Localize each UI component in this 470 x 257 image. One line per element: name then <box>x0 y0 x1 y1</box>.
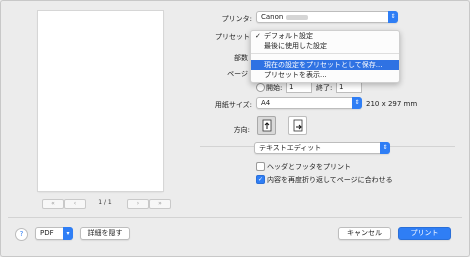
paper-size-popup[interactable]: A4 ⇕ <box>256 97 362 109</box>
pdf-label: PDF <box>40 229 54 237</box>
portrait-orientation-button[interactable] <box>257 116 276 135</box>
pages-label: ページ <box>227 70 248 78</box>
menu-item-default-settings[interactable]: ✓ デフォルト設定 <box>251 31 399 41</box>
from-page-field[interactable]: 1 <box>286 82 312 93</box>
printer-model-blur <box>286 14 309 20</box>
chevron-updown-icon: ⇕ <box>380 142 390 154</box>
preset-label: プリセット <box>215 33 250 41</box>
orientation-label: 方向: <box>233 126 250 134</box>
paper-dimensions: 210 x 297 mm <box>366 100 418 108</box>
to-label: 終了: <box>316 84 333 92</box>
print-button[interactable]: プリント <box>398 227 451 240</box>
copies-label: 部数 <box>234 54 248 62</box>
first-page-button[interactable]: « <box>42 199 64 209</box>
rewrap-checkbox[interactable]: ✓ <box>256 175 265 184</box>
prev-page-button[interactable]: ‹ <box>64 199 86 209</box>
to-page-field[interactable]: 1 <box>336 82 362 93</box>
preset-menu: ✓ デフォルト設定 最後に使用した設定 現在の設定をプリセットとして保存... … <box>250 30 400 83</box>
next-page-button[interactable]: › <box>127 199 149 209</box>
checkmark-icon: ✓ <box>255 32 261 40</box>
app-section-popup[interactable]: テキストエディット ⇕ <box>254 142 390 154</box>
page-range-radio[interactable] <box>256 83 265 92</box>
from-label: 開始: <box>266 84 283 92</box>
footer-divider <box>8 217 462 218</box>
portrait-icon <box>262 119 272 132</box>
hide-details-button[interactable]: 詳細を隠す <box>80 227 130 240</box>
menu-item-show-presets[interactable]: プリセットを表示... <box>251 70 399 80</box>
menu-item-save-preset[interactable]: 現在の設定をプリセットとして保存... <box>251 60 399 70</box>
page-preview <box>38 11 163 191</box>
printer-value: Canon <box>261 13 284 21</box>
header-footer-label: ヘッダとフッタをプリント <box>267 163 351 171</box>
chevron-updown-icon: ⇕ <box>352 97 362 109</box>
header-footer-checkbox[interactable] <box>256 162 265 171</box>
paper-size-label: 用紙サイズ: <box>214 101 252 109</box>
chevron-updown-icon: ⇕ <box>388 11 398 23</box>
help-button[interactable]: ? <box>15 228 28 241</box>
pdf-menu-button[interactable]: PDF ▾ <box>35 227 73 240</box>
app-section-value: テキストエディット <box>259 144 322 152</box>
checkmark-icon: ✓ <box>257 176 264 183</box>
rewrap-label: 内容を再度折り返してページに合わせる <box>267 176 393 184</box>
printer-popup[interactable]: Canon ⇕ <box>256 11 398 23</box>
last-page-button[interactable]: » <box>149 199 171 209</box>
cancel-button[interactable]: キャンセル <box>338 227 391 240</box>
landscape-icon <box>293 119 303 132</box>
page-indicator: 1 / 1 <box>98 199 112 206</box>
chevron-down-icon: ▾ <box>63 227 73 240</box>
menu-item-last-used[interactable]: 最後に使用した設定 <box>251 41 399 51</box>
menu-separator <box>251 53 399 54</box>
paper-size-value: A4 <box>261 99 271 107</box>
printer-label: プリンタ: <box>221 15 252 23</box>
question-icon: ? <box>19 230 24 238</box>
landscape-orientation-button[interactable] <box>288 116 307 135</box>
